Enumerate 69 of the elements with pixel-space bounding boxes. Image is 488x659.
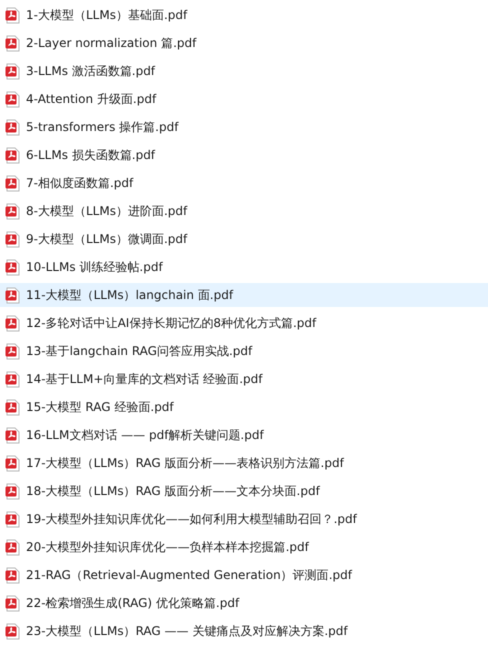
file-name: 13-基于langchain RAG问答应用实战.pdf [26,342,252,360]
pdf-file-icon [5,62,20,80]
file-name: 16-LLM文档对话 —— pdf解析关键问题.pdf [26,426,264,444]
file-name: 18-大模型（LLMs）RAG 版面分析——文本分块面.pdf [26,482,320,500]
pdf-file-icon [5,146,20,164]
pdf-file-icon [5,286,20,304]
file-row[interactable]: 15-大模型 RAG 经验面.pdf [0,395,488,419]
file-row[interactable]: 21-RAG（Retrieval-Augmented Generation）评测面.pdf [0,563,488,587]
file-row[interactable]: 4-Attention 升级面.pdf [0,87,488,111]
file-name: 9-大模型（LLMs）微调面.pdf [26,230,188,248]
file-name: 6-LLMs 损失函数篇.pdf [26,146,156,164]
pdf-file-icon [5,510,20,528]
pdf-file-icon [5,174,20,192]
file-name: 22-检索增强生成(RAG) 优化策略篇.pdf [26,594,240,612]
pdf-file-icon [5,202,20,220]
file-row[interactable]: 14-基于LLM+向量库的文档对话 经验面.pdf [0,367,488,391]
file-row[interactable]: 22-检索增强生成(RAG) 优化策略篇.pdf [0,591,488,615]
file-name: 20-大模型外挂知识库优化——负样本样本挖掘篇.pdf [26,538,309,556]
file-name: 11-大模型（LLMs）langchain 面.pdf [26,286,234,304]
file-row[interactable]: 13-基于langchain RAG问答应用实战.pdf [0,339,488,363]
pdf-file-icon [5,482,20,500]
pdf-file-icon [5,342,20,360]
file-name: 21-RAG（Retrieval-Augmented Generation）评测面.pdf [26,566,352,584]
file-row[interactable]: 11-大模型（LLMs）langchain 面.pdf [0,283,488,307]
file-name: 10-LLMs 训练经验帖.pdf [26,258,163,276]
pdf-file-icon [5,314,20,332]
file-row[interactable]: 23-大模型（LLMs）RAG —— 关键痛点及对应解决方案.pdf [0,619,488,643]
pdf-file-icon [5,34,20,52]
file-row[interactable]: 7-相似度函数篇.pdf [0,171,488,195]
pdf-file-icon [5,566,20,584]
file-name: 15-大模型 RAG 经验面.pdf [26,398,174,416]
file-row[interactable]: 3-LLMs 激活函数篇.pdf [0,59,488,83]
file-name: 2-Layer normalization 篇.pdf [26,34,196,52]
file-row[interactable]: 17-大模型（LLMs）RAG 版面分析——表格识别方法篇.pdf [0,451,488,475]
pdf-file-icon [5,370,20,388]
pdf-file-icon [5,398,20,416]
file-row[interactable]: 12-多轮对话中让AI保持长期记忆的8种优化方式篇.pdf [0,311,488,335]
pdf-file-icon [5,258,20,276]
file-row[interactable]: 6-LLMs 损失函数篇.pdf [0,143,488,167]
file-name: 7-相似度函数篇.pdf [26,174,134,192]
pdf-file-icon [5,90,20,108]
file-row[interactable]: 1-大模型（LLMs）基础面.pdf [0,3,488,27]
file-row[interactable]: 10-LLMs 训练经验帖.pdf [0,255,488,279]
file-row[interactable]: 18-大模型（LLMs）RAG 版面分析——文本分块面.pdf [0,479,488,503]
file-name: 4-Attention 升级面.pdf [26,90,156,108]
file-name: 1-大模型（LLMs）基础面.pdf [26,6,188,24]
pdf-file-icon [5,622,20,640]
file-row[interactable]: 9-大模型（LLMs）微调面.pdf [0,227,488,251]
pdf-file-icon [5,6,20,24]
pdf-file-icon [5,538,20,556]
pdf-file-icon [5,426,20,444]
file-name: 17-大模型（LLMs）RAG 版面分析——表格识别方法篇.pdf [26,454,344,472]
file-row[interactable]: 8-大模型（LLMs）进阶面.pdf [0,199,488,223]
file-name: 23-大模型（LLMs）RAG —— 关键痛点及对应解决方案.pdf [26,622,348,640]
file-row[interactable]: 16-LLM文档对话 —— pdf解析关键问题.pdf [0,423,488,447]
file-name: 19-大模型外挂知识库优化——如何利用大模型辅助召回？.pdf [26,510,357,528]
pdf-file-icon [5,230,20,248]
file-name: 8-大模型（LLMs）进阶面.pdf [26,202,188,220]
file-row[interactable]: 19-大模型外挂知识库优化——如何利用大模型辅助召回？.pdf [0,507,488,531]
file-name: 5-transformers 操作篇.pdf [26,118,178,136]
file-name: 12-多轮对话中让AI保持长期记忆的8种优化方式篇.pdf [26,314,316,332]
file-row[interactable]: 20-大模型外挂知识库优化——负样本样本挖掘篇.pdf [0,535,488,559]
file-row[interactable]: 5-transformers 操作篇.pdf [0,115,488,139]
pdf-file-icon [5,118,20,136]
pdf-file-icon [5,454,20,472]
pdf-file-icon [5,594,20,612]
file-name: 14-基于LLM+向量库的文档对话 经验面.pdf [26,370,262,388]
file-row[interactable]: 2-Layer normalization 篇.pdf [0,31,488,55]
file-name: 3-LLMs 激活函数篇.pdf [26,62,156,80]
